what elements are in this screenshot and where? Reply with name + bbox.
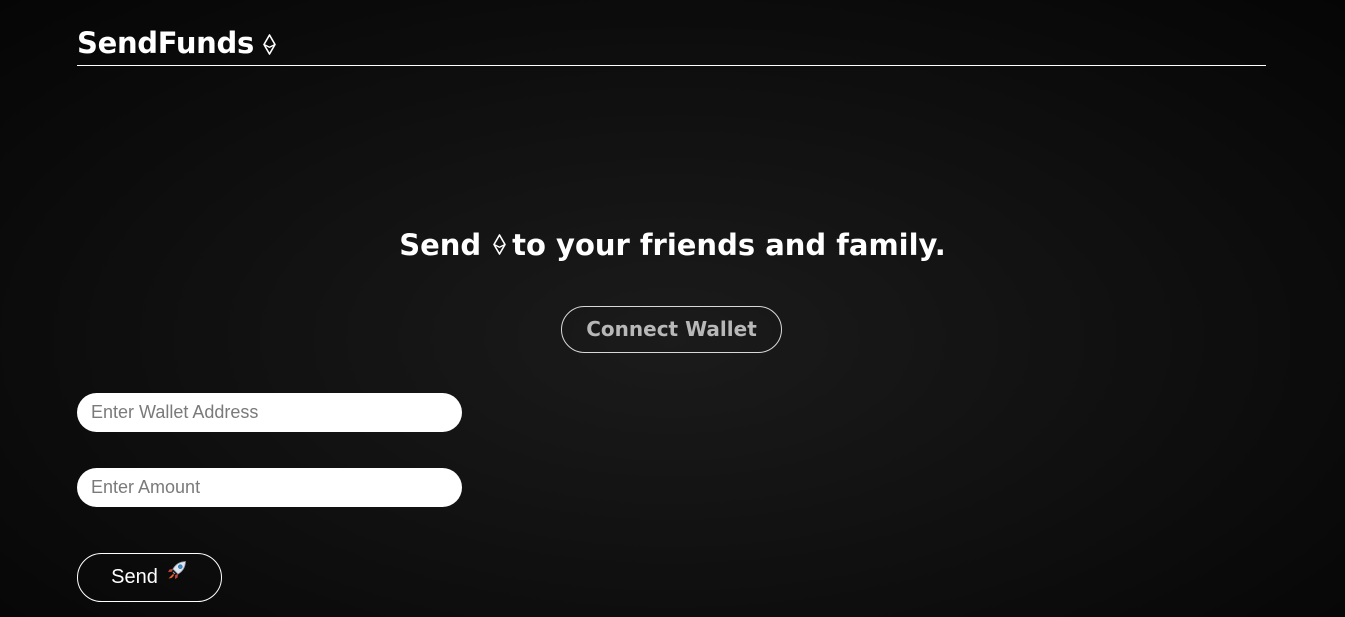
- ethereum-icon: [493, 226, 506, 264]
- send-button[interactable]: Send: [77, 553, 222, 602]
- send-button-label: Send: [111, 566, 158, 588]
- wallet-address-input[interactable]: [77, 393, 462, 432]
- ethereum-icon: [263, 28, 276, 62]
- header: SendFunds: [77, 24, 1266, 66]
- rocket-icon: [166, 552, 188, 599]
- connect-wallet-button[interactable]: Connect Wallet: [561, 306, 782, 353]
- brand-name: SendFunds: [77, 26, 254, 60]
- brand-logo[interactable]: SendFunds: [77, 26, 276, 62]
- hero-text-end: to your friends and family.: [512, 228, 946, 262]
- hero-text-start: Send: [399, 228, 482, 262]
- amount-input[interactable]: [77, 468, 462, 507]
- hero-heading: Send to your friends and family.: [0, 226, 1345, 266]
